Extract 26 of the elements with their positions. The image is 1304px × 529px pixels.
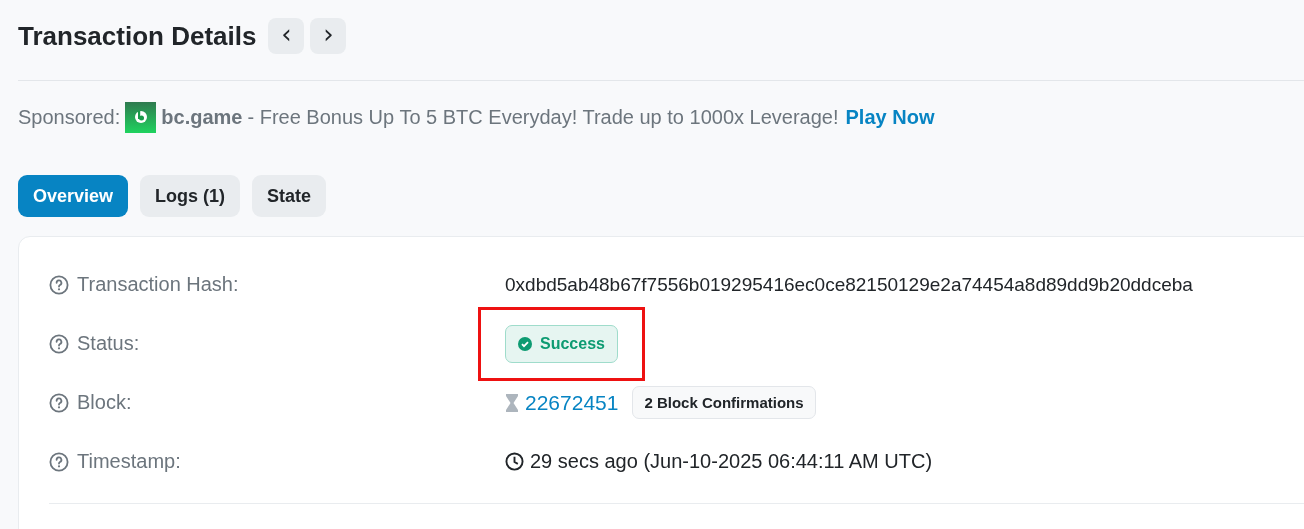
timestamp: 29 secs ago (Jun-10-2025 06:44:11 AM UTC)	[530, 450, 933, 473]
help-icon	[49, 451, 69, 472]
sponsor-message: - Free Bonus Up To 5 BTC Everyday! Trade up to 1000x Leverage!	[247, 105, 839, 129]
play-now-link[interactable]: Play Now	[845, 105, 935, 129]
brand-logo	[125, 101, 157, 133]
nav-button[interactable]: ‹	[268, 18, 305, 54]
sponsored-label: Sponsored:	[18, 105, 121, 129]
help-icon	[49, 392, 69, 413]
help-icon	[49, 333, 69, 354]
sponsor-brand: bc.game	[161, 105, 243, 129]
field-label: Transaction Hash:	[77, 273, 239, 296]
nav-button[interactable]: ›	[310, 18, 347, 54]
tab[interactable]: Logs (1)	[140, 175, 241, 217]
hourglass-icon	[505, 392, 519, 413]
clock-icon	[505, 452, 524, 471]
field-label: Block:	[77, 391, 132, 414]
block-link[interactable]: 22672451	[525, 390, 619, 415]
field-label: Status:	[77, 332, 140, 355]
tab[interactable]: State	[252, 175, 327, 217]
transaction-hash: 0xdbd5ab48b67f7556b019295416ec0ce82150129e2a74454a8d89dd9b20ddceba	[505, 273, 1193, 296]
status-badge: Success	[505, 324, 618, 363]
page-title: Transaction Details	[18, 20, 257, 52]
tab[interactable]: Overview	[18, 175, 129, 217]
field-label: Timestamp:	[77, 450, 181, 473]
help-icon	[49, 274, 69, 295]
confirmations-badge: 2 Block Confirmations	[632, 386, 816, 419]
